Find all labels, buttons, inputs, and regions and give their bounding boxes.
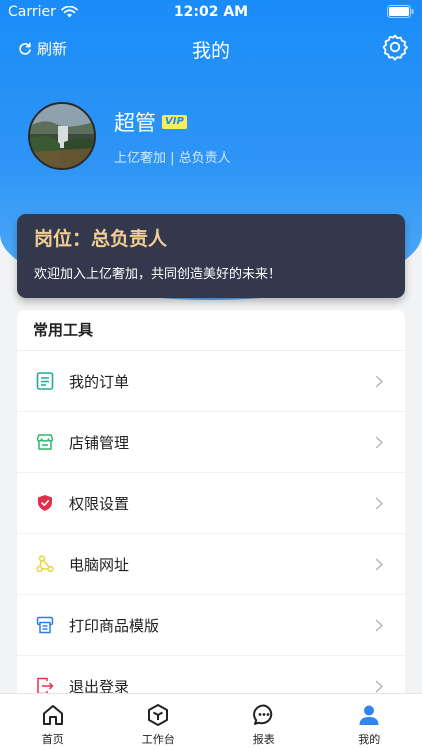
workbench-icon xyxy=(148,704,169,726)
tab-mine[interactable]: 我的 xyxy=(317,694,422,750)
status-bar: Carrier 12:02 AM xyxy=(0,0,422,24)
chevron-right-icon xyxy=(375,497,383,510)
network-icon xyxy=(36,555,54,573)
page-title: 我的 xyxy=(191,40,230,62)
tab-workbench[interactable]: 工作台 xyxy=(106,694,212,750)
tool-item-pc-url[interactable]: 电脑网址 xyxy=(17,534,405,595)
tool-label: 我的订单 xyxy=(69,372,130,391)
tab-label: 工作台 xyxy=(141,733,175,746)
nav-bar: 刷新 我的 xyxy=(0,30,422,66)
chevron-right-icon xyxy=(375,375,383,388)
battery-icon xyxy=(387,5,414,22)
chevron-right-icon xyxy=(375,558,383,571)
user-subtitle: 上亿奢加 | 总负责人 xyxy=(114,150,231,166)
name-row: 超管 VIP xyxy=(114,107,231,137)
tab-home[interactable]: 首页 xyxy=(0,694,106,750)
settings-button[interactable] xyxy=(380,32,410,62)
role-title: 岗位：总负责人 xyxy=(34,228,168,250)
tools-header: 常用工具 xyxy=(17,310,405,351)
chevron-right-icon xyxy=(375,436,383,449)
user-name: 超管 xyxy=(114,110,156,135)
vip-badge: VIP xyxy=(162,114,187,129)
tool-item-store-management[interactable]: 店铺管理 xyxy=(17,412,405,473)
home-icon xyxy=(42,705,63,725)
tool-item-permission-settings[interactable]: 权限设置 xyxy=(17,473,405,534)
profile-section: 超管 VIP 上亿奢加 | 总负责人 xyxy=(28,102,231,170)
tab-report[interactable]: 报表 xyxy=(211,694,317,750)
tab-label: 我的 xyxy=(358,733,381,746)
tool-label: 打印商品模版 xyxy=(69,616,160,635)
tool-label: 权限设置 xyxy=(69,494,130,513)
role-card: 岗位：总负责人 欢迎加入上亿奢加，共同创造美好的未来！ xyxy=(17,214,405,298)
report-chat-icon xyxy=(252,704,272,725)
tab-label: 首页 xyxy=(41,733,64,746)
tool-item-my-orders[interactable]: 我的订单 xyxy=(17,351,405,412)
store-icon xyxy=(36,434,54,450)
chevron-right-icon xyxy=(375,680,383,693)
order-list-icon xyxy=(36,372,54,390)
gear-icon xyxy=(382,34,408,61)
role-message: 欢迎加入上亿奢加，共同创造美好的未来！ xyxy=(34,267,282,282)
shield-icon xyxy=(38,495,52,511)
tools-panel: 常用工具 我的订单 店铺管理 权限设置 电脑网址 打印商品模版 退出登录 xyxy=(17,310,405,710)
tool-label: 店铺管理 xyxy=(69,433,130,452)
tool-item-print-template[interactable]: 打印商品模版 xyxy=(17,595,405,656)
tool-label: 电脑网址 xyxy=(69,555,130,574)
status-time: 12:02 AM xyxy=(173,4,249,20)
profile-icon xyxy=(359,705,379,725)
profile-info: 超管 VIP 上亿奢加 | 总负责人 xyxy=(114,107,231,166)
chevron-right-icon xyxy=(375,619,383,632)
printer-icon xyxy=(36,616,54,634)
avatar[interactable] xyxy=(28,102,96,170)
tab-label: 报表 xyxy=(252,733,275,746)
tab-bar: 首页 工作台 报表 我的 xyxy=(0,693,422,750)
